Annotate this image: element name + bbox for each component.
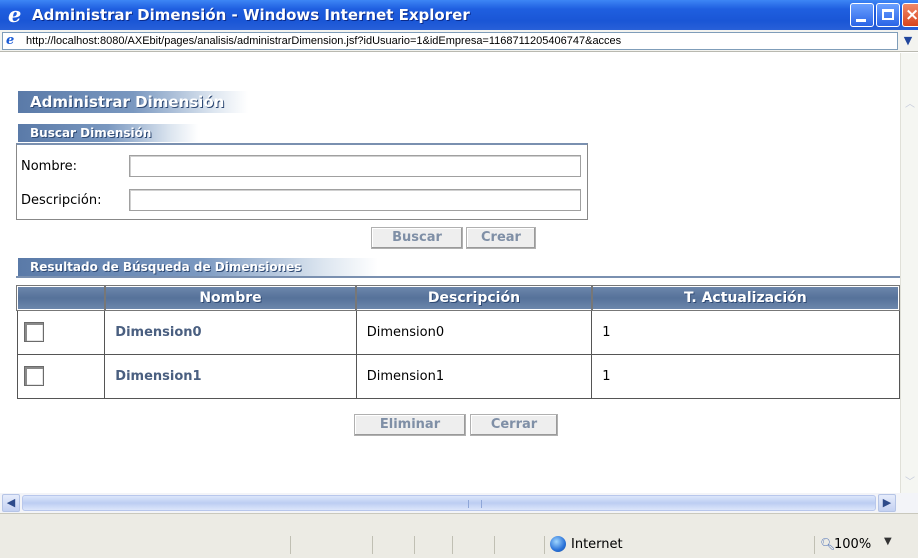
row-checkbox[interactable] bbox=[23, 322, 44, 343]
dimension-link[interactable]: Dimension0 bbox=[115, 325, 201, 340]
buscar-button[interactable]: Buscar bbox=[371, 227, 463, 249]
status-divider bbox=[372, 536, 373, 554]
maximize-button[interactable] bbox=[876, 3, 900, 27]
horizontal-scrollbar[interactable]: ◀ ▶ bbox=[0, 493, 918, 513]
page-icon: e bbox=[6, 33, 15, 48]
nombre-cell: Dimension0 bbox=[104, 309, 357, 355]
table-header-row: Nombre Descripción T. Actualización bbox=[16, 285, 901, 311]
magnifier-icon[interactable]: 🔍︎ bbox=[820, 537, 835, 551]
descripcion-cell: Dimension1 bbox=[355, 353, 593, 399]
horizontal-scroll-thumb[interactable] bbox=[22, 495, 876, 511]
column-header-select bbox=[16, 285, 106, 311]
descripcion-label: Descripción: bbox=[21, 193, 102, 208]
address-field[interactable]: e http://localhost:8080/AXEbit/pages/ana… bbox=[2, 32, 898, 50]
ie-logo-icon: e bbox=[8, 2, 22, 27]
status-divider bbox=[290, 536, 291, 554]
globe-icon bbox=[550, 536, 566, 552]
status-divider bbox=[544, 536, 545, 554]
column-header-nombre[interactable]: Nombre bbox=[103, 285, 358, 311]
results-divider bbox=[16, 276, 900, 278]
vertical-scrollbar[interactable]: ︿ ﹀ bbox=[900, 53, 918, 493]
crear-button[interactable]: Crear bbox=[466, 227, 536, 249]
descripcion-cell: Dimension0 bbox=[355, 309, 593, 355]
status-bar: Internet 🔍︎ 100% ▼ bbox=[0, 513, 918, 558]
page-title-band: Administrar Dimensión bbox=[18, 91, 248, 113]
actualizacion-cell: 1 bbox=[591, 353, 900, 399]
actualizacion-cell: 1 bbox=[591, 309, 900, 355]
chevron-down-icon[interactable]: ▼ bbox=[900, 32, 916, 50]
nombre-label: Nombre: bbox=[21, 159, 78, 174]
scroll-down-icon[interactable]: ﹀ bbox=[903, 473, 917, 488]
scroll-right-icon[interactable]: ▶ bbox=[878, 494, 896, 512]
nombre-input[interactable] bbox=[129, 155, 581, 177]
address-url[interactable]: http://localhost:8080/AXEbit/pages/anali… bbox=[26, 35, 896, 47]
minimize-button[interactable] bbox=[850, 3, 874, 27]
results-section-header: Resultado de Búsqueda de Dimensiones bbox=[18, 258, 378, 276]
close-button[interactable]: × bbox=[902, 3, 918, 27]
status-divider bbox=[452, 536, 453, 554]
address-bar: e http://localhost:8080/AXEbit/pages/ana… bbox=[0, 30, 918, 52]
window-controls: × bbox=[850, 3, 918, 27]
results-table: Nombre Descripción T. Actualización Dime… bbox=[16, 285, 901, 399]
status-divider bbox=[814, 536, 815, 554]
select-cell bbox=[16, 353, 106, 399]
close-icon: × bbox=[905, 5, 918, 25]
select-cell bbox=[16, 309, 106, 355]
grip-icon bbox=[468, 500, 482, 508]
column-header-descripcion[interactable]: Descripción bbox=[355, 285, 593, 311]
scroll-up-icon[interactable]: ︿ bbox=[903, 95, 917, 110]
maximize-icon bbox=[882, 9, 894, 20]
cerrar-button[interactable]: Cerrar bbox=[470, 414, 558, 436]
table-row: Dimension0 Dimension0 1 bbox=[16, 309, 900, 355]
minimize-icon bbox=[856, 19, 866, 22]
dimension-link[interactable]: Dimension1 bbox=[115, 369, 201, 384]
row-checkbox[interactable] bbox=[23, 366, 44, 386]
chevron-down-icon[interactable]: ▼ bbox=[884, 536, 892, 547]
scroll-left-icon[interactable]: ◀ bbox=[2, 494, 20, 512]
eliminar-button[interactable]: Eliminar bbox=[354, 414, 466, 436]
status-divider bbox=[414, 536, 415, 554]
table-row: Dimension1 Dimension1 1 bbox=[16, 353, 900, 399]
zoom-level[interactable]: 100% bbox=[834, 537, 871, 552]
search-panel: Nombre: Descripción: bbox=[16, 143, 588, 220]
column-header-actualizacion[interactable]: T. Actualización bbox=[590, 285, 901, 311]
search-section-header: Buscar Dimensión bbox=[18, 124, 198, 142]
descripcion-input[interactable] bbox=[129, 189, 581, 211]
security-zone: Internet bbox=[571, 537, 623, 552]
status-divider bbox=[494, 536, 495, 554]
window-title: Administrar Dimensión - Windows Internet… bbox=[32, 6, 470, 24]
window-titlebar[interactable]: e Administrar Dimensión - Windows Intern… bbox=[0, 0, 918, 30]
nombre-cell: Dimension1 bbox=[104, 353, 357, 399]
